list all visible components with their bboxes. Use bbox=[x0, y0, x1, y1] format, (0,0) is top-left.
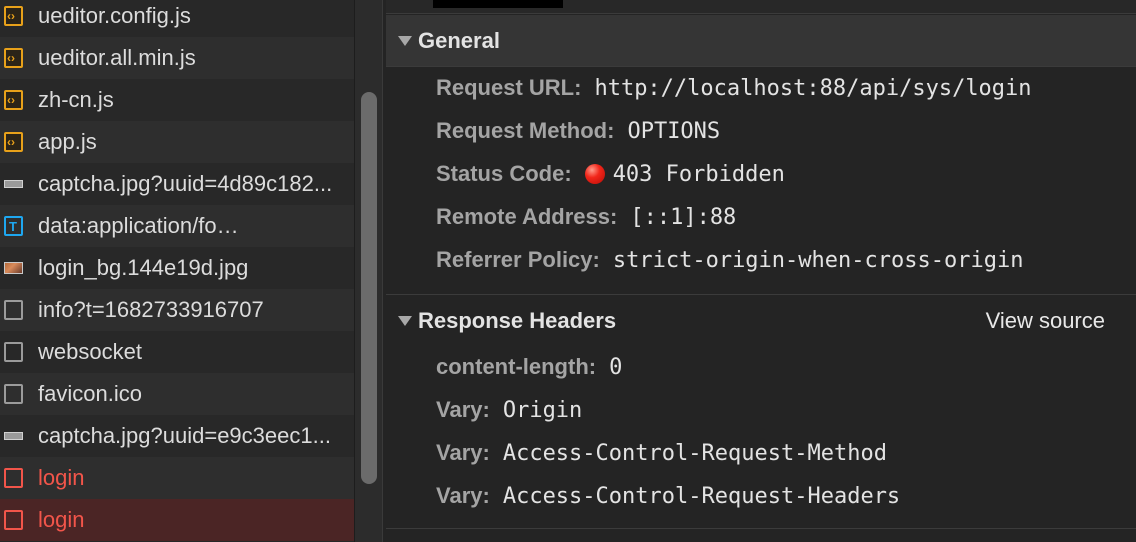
request-name: zh-cn.js bbox=[38, 87, 114, 112]
error-document-icon bbox=[4, 510, 23, 530]
header-key: content-length: bbox=[436, 354, 597, 379]
request-url-row: Request URL: http://localhost:88/api/sys… bbox=[436, 68, 1032, 108]
remote-address-value: [::1]:88 bbox=[630, 204, 737, 230]
request-row-error[interactable]: login bbox=[0, 457, 354, 499]
section-title: General bbox=[418, 27, 500, 53]
section-title: Response Headers bbox=[418, 307, 617, 333]
request-row[interactable]: app.js bbox=[0, 121, 354, 163]
response-header-row: content-length: 0 bbox=[436, 347, 622, 387]
request-row[interactable]: data:application/fo… bbox=[0, 205, 354, 247]
field-label: Status Code: bbox=[436, 161, 572, 186]
response-header-row: Vary: Access-Control-Request-Method bbox=[436, 433, 887, 473]
header-key: Vary: bbox=[436, 440, 490, 465]
request-name: login bbox=[38, 507, 85, 532]
js-file-icon bbox=[4, 132, 23, 152]
request-name: ueditor.all.min.js bbox=[38, 45, 196, 70]
request-list-scrollbar[interactable] bbox=[354, 0, 383, 542]
field-label: Referrer Policy: bbox=[436, 247, 600, 272]
field-label: Remote Address: bbox=[436, 204, 618, 229]
request-name: login_bg.144e19d.jpg bbox=[38, 255, 249, 280]
status-code-value: 403 Forbidden bbox=[584, 161, 785, 187]
header-key: Vary: bbox=[436, 397, 490, 422]
request-row[interactable]: captcha.jpg?uuid=4d89c182... bbox=[0, 163, 354, 205]
field-label: Request Method: bbox=[436, 118, 615, 143]
header-value: Access-Control-Request-Method bbox=[502, 440, 887, 466]
request-name: ueditor.config.js bbox=[38, 3, 191, 28]
request-url-value: http://localhost:88/api/sys/login bbox=[594, 75, 1032, 101]
request-method-row: Request Method: OPTIONS bbox=[436, 111, 720, 151]
js-file-icon bbox=[4, 90, 23, 110]
document-icon bbox=[4, 300, 23, 320]
header-value: 0 bbox=[609, 354, 623, 380]
request-name: info?t=1682733916707 bbox=[38, 297, 264, 322]
header-value: Access-Control-Request-Headers bbox=[502, 483, 901, 509]
status-code-text: 403 Forbidden bbox=[612, 161, 785, 187]
response-header-row: Vary: Origin bbox=[436, 390, 582, 430]
view-source-link[interactable]: View source bbox=[986, 308, 1105, 334]
js-file-icon bbox=[4, 48, 23, 68]
error-document-icon bbox=[4, 468, 23, 488]
document-icon bbox=[4, 384, 23, 404]
request-details-panel: General Request URL: http://localhost:88… bbox=[386, 0, 1136, 542]
collapse-triangle-icon[interactable] bbox=[398, 35, 412, 46]
image-file-icon bbox=[4, 432, 23, 440]
image-thumbnail-icon bbox=[4, 262, 23, 274]
section-divider bbox=[386, 528, 1136, 529]
request-method-value: OPTIONS bbox=[627, 118, 721, 144]
referrer-policy-value: strict-origin-when-cross-origin bbox=[612, 247, 1024, 273]
status-code-row: Status Code: 403 Forbidden bbox=[436, 154, 785, 194]
details-tab-strip bbox=[386, 0, 1136, 14]
request-row[interactable]: favicon.ico bbox=[0, 373, 354, 415]
request-row[interactable]: websocket bbox=[0, 331, 354, 373]
request-row[interactable]: info?t=1682733916707 bbox=[0, 289, 354, 331]
request-row[interactable]: login_bg.144e19d.jpg bbox=[0, 247, 354, 289]
general-section-header[interactable]: General bbox=[386, 15, 1136, 67]
request-name: app.js bbox=[38, 129, 97, 154]
scrollbar-thumb[interactable] bbox=[361, 92, 377, 484]
request-row[interactable]: captcha.jpg?uuid=e9c3eec1... bbox=[0, 415, 354, 457]
request-name: login bbox=[38, 465, 85, 490]
remote-address-row: Remote Address: [::1]:88 bbox=[436, 197, 736, 237]
request-row[interactable]: zh-cn.js bbox=[0, 79, 354, 121]
field-label: Request URL: bbox=[436, 75, 582, 100]
referrer-policy-row: Referrer Policy: strict-origin-when-cros… bbox=[436, 240, 1023, 280]
request-name: captcha.jpg?uuid=e9c3eec1... bbox=[38, 423, 331, 448]
image-file-icon bbox=[4, 180, 23, 188]
request-name: captcha.jpg?uuid=4d89c182... bbox=[38, 171, 333, 196]
response-header-row: Vary: Access-Control-Request-Headers bbox=[436, 476, 900, 516]
request-name: data:application/fo… bbox=[38, 213, 239, 238]
request-row[interactable]: ueditor.all.min.js bbox=[0, 37, 354, 79]
status-error-dot-icon bbox=[584, 164, 605, 184]
header-value: Origin bbox=[502, 397, 583, 423]
request-name: favicon.ico bbox=[38, 381, 142, 406]
js-file-icon bbox=[4, 6, 23, 26]
header-key: Vary: bbox=[436, 483, 490, 508]
active-tab-indicator[interactable] bbox=[433, 0, 563, 8]
request-name: websocket bbox=[38, 339, 142, 364]
response-headers-section-header[interactable]: Response Headers View source bbox=[386, 294, 1136, 346]
collapse-triangle-icon[interactable] bbox=[398, 315, 412, 326]
font-file-icon bbox=[4, 216, 23, 236]
network-request-list: ueditor.config.js ueditor.all.min.js zh-… bbox=[0, 0, 354, 542]
request-row-selected[interactable]: login bbox=[0, 499, 354, 541]
request-row[interactable]: ueditor.config.js bbox=[0, 0, 354, 37]
document-icon bbox=[4, 342, 23, 362]
